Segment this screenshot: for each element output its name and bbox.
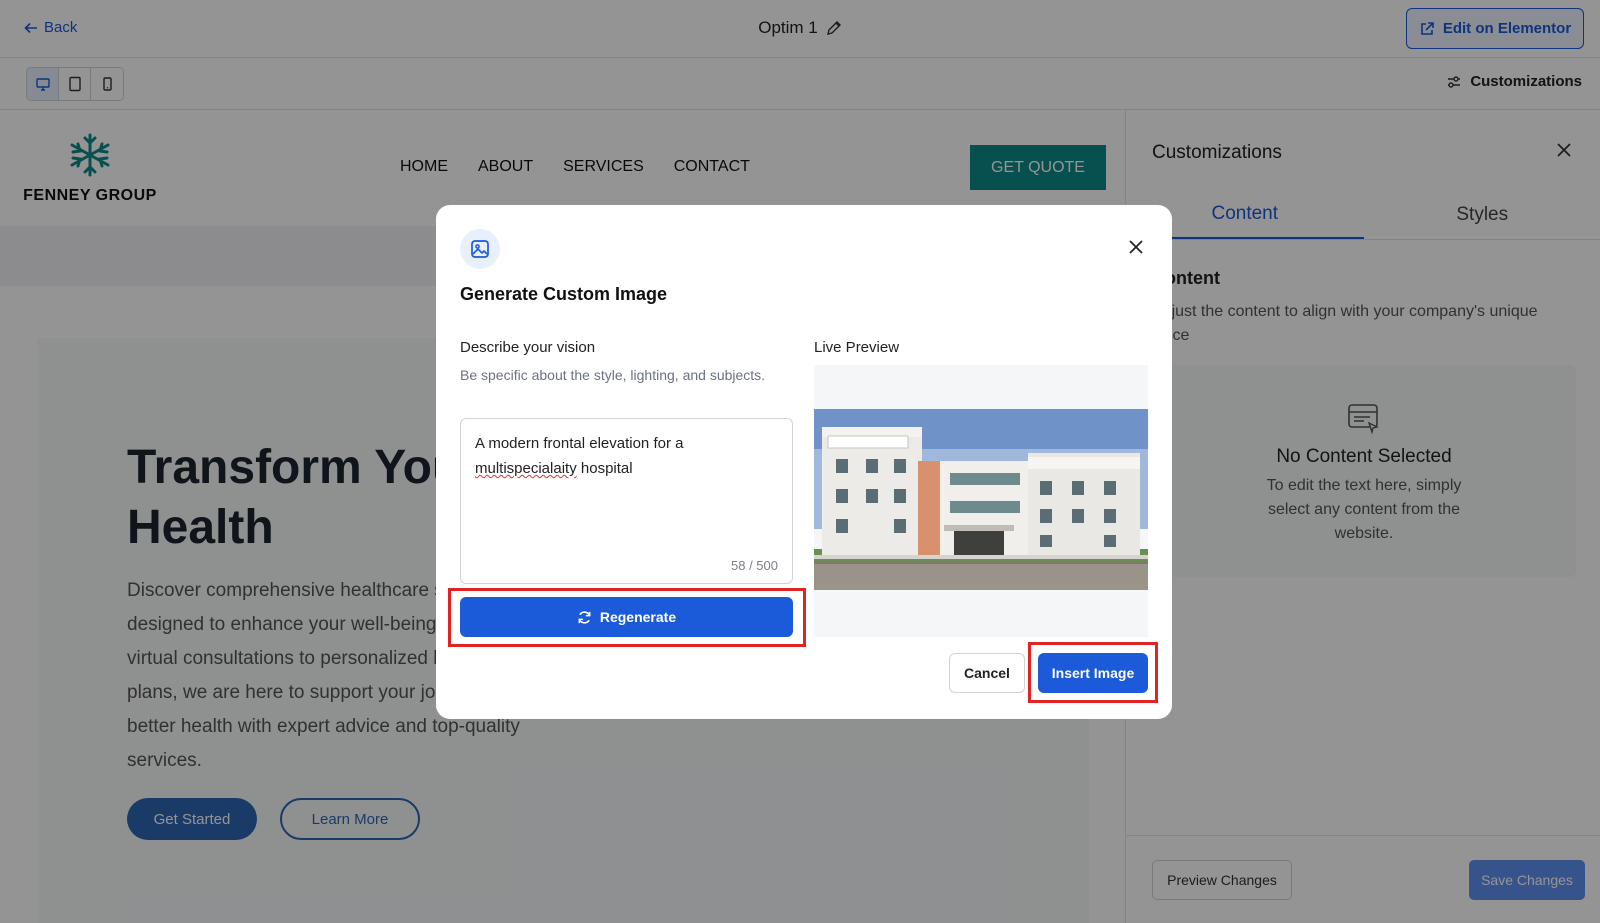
cancel-button[interactable]: Cancel	[949, 653, 1025, 693]
live-preview-area	[814, 365, 1148, 637]
image-icon	[471, 240, 489, 258]
character-counter: 58 / 500	[731, 558, 778, 573]
regenerate-label: Regenerate	[599, 609, 677, 625]
modal-title: Generate Custom Image	[460, 284, 668, 304]
prompt-misspelled-word: multispecialaity	[475, 460, 577, 477]
hospital-preview-image	[814, 409, 1148, 590]
prompt-text-end: hospital	[576, 460, 633, 477]
close-icon	[1129, 240, 1143, 254]
insert-image-button[interactable]: Insert Image	[1038, 653, 1148, 693]
vision-prompt-textarea[interactable]: A modern frontal elevation for a multisp…	[460, 418, 793, 584]
prompt-text-start: A modern frontal elevation for a	[475, 435, 684, 452]
vision-help-text: Be specific about the style, lighting, a…	[460, 367, 766, 383]
vision-label: Describe your vision	[460, 339, 596, 356]
modal-icon-badge	[460, 229, 500, 269]
generate-image-modal: Generate Custom Image Describe your visi…	[436, 205, 1172, 719]
regenerate-button[interactable]: Regenerate	[460, 597, 793, 637]
live-preview-label: Live Preview	[814, 339, 900, 356]
refresh-icon	[578, 610, 591, 624]
modal-close-button[interactable]	[1128, 239, 1144, 260]
prompt-text: A modern frontal elevation for a multisp…	[475, 431, 775, 481]
